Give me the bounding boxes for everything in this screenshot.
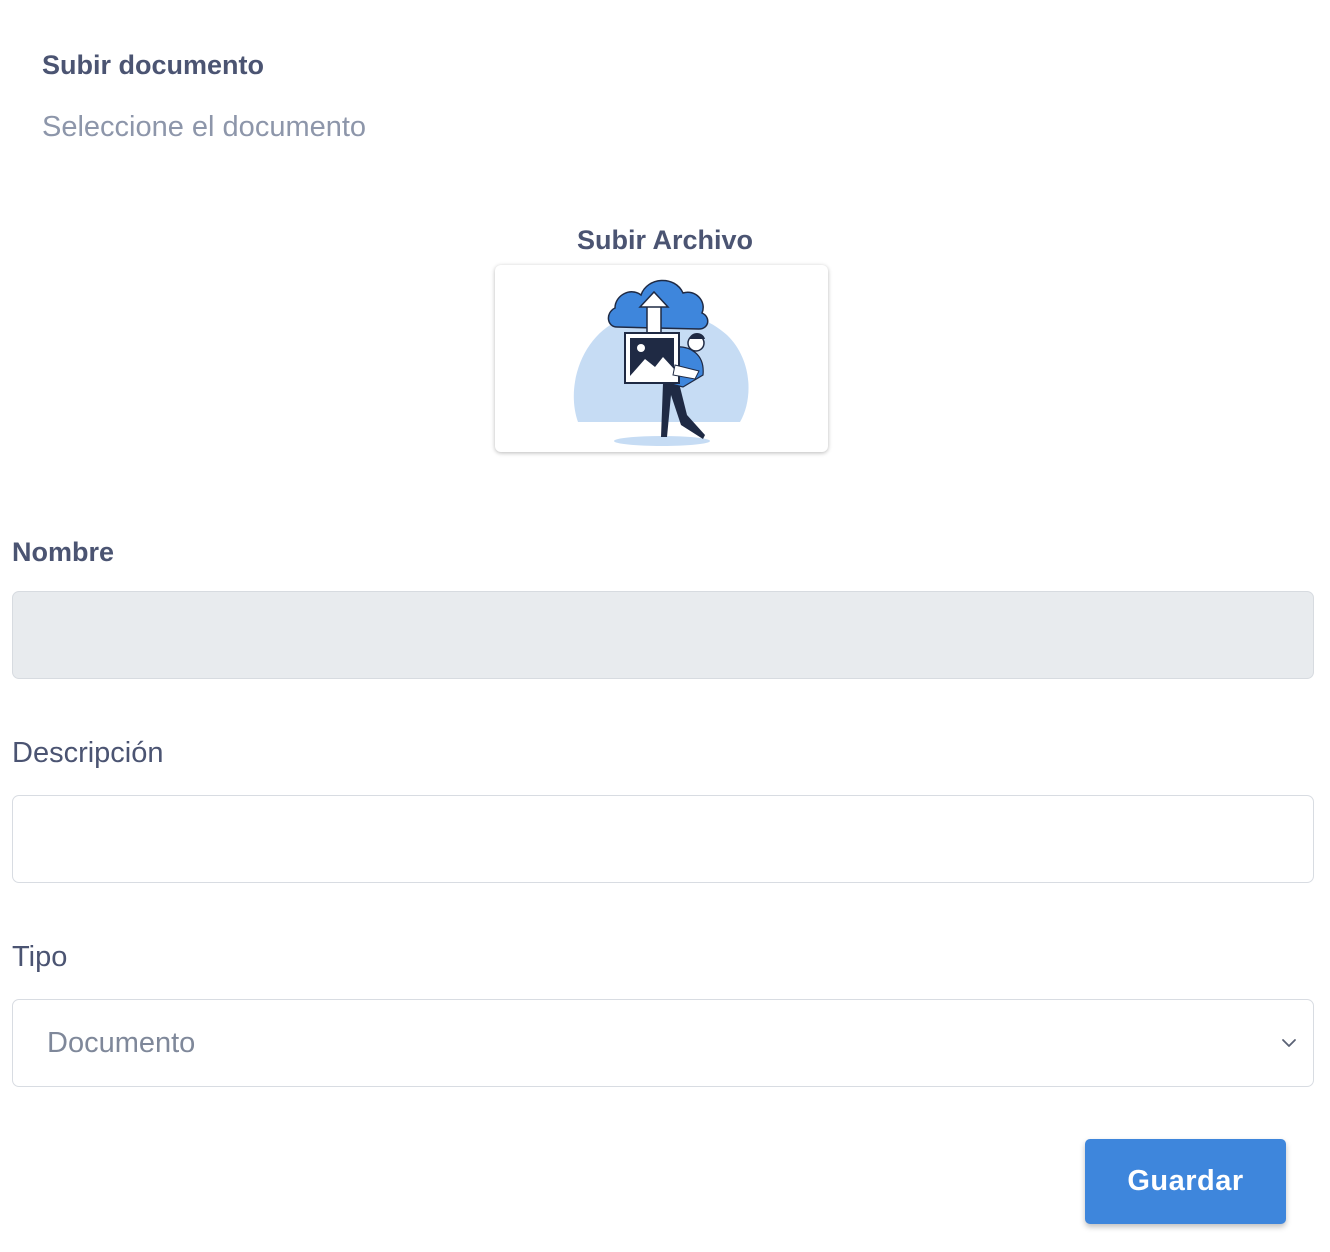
cloud-upload-icon	[573, 279, 749, 446]
tipo-select[interactable]: Documento	[12, 999, 1314, 1087]
page-title: Subir documento	[42, 50, 264, 80]
nombre-label: Nombre	[12, 537, 115, 567]
nombre-input[interactable]	[12, 591, 1314, 679]
tipo-selected-value: Documento	[47, 1026, 196, 1059]
descripcion-label: Descripción	[12, 737, 164, 769]
save-button[interactable]: Guardar	[1085, 1139, 1286, 1224]
upload-label: Subir Archivo	[576, 225, 754, 255]
upload-file-area[interactable]	[495, 265, 828, 452]
chevron-down-icon	[1282, 1039, 1296, 1047]
descripcion-input[interactable]	[12, 795, 1314, 883]
tipo-label: Tipo	[12, 941, 68, 973]
page-subtitle: Seleccione el documento	[42, 111, 367, 143]
